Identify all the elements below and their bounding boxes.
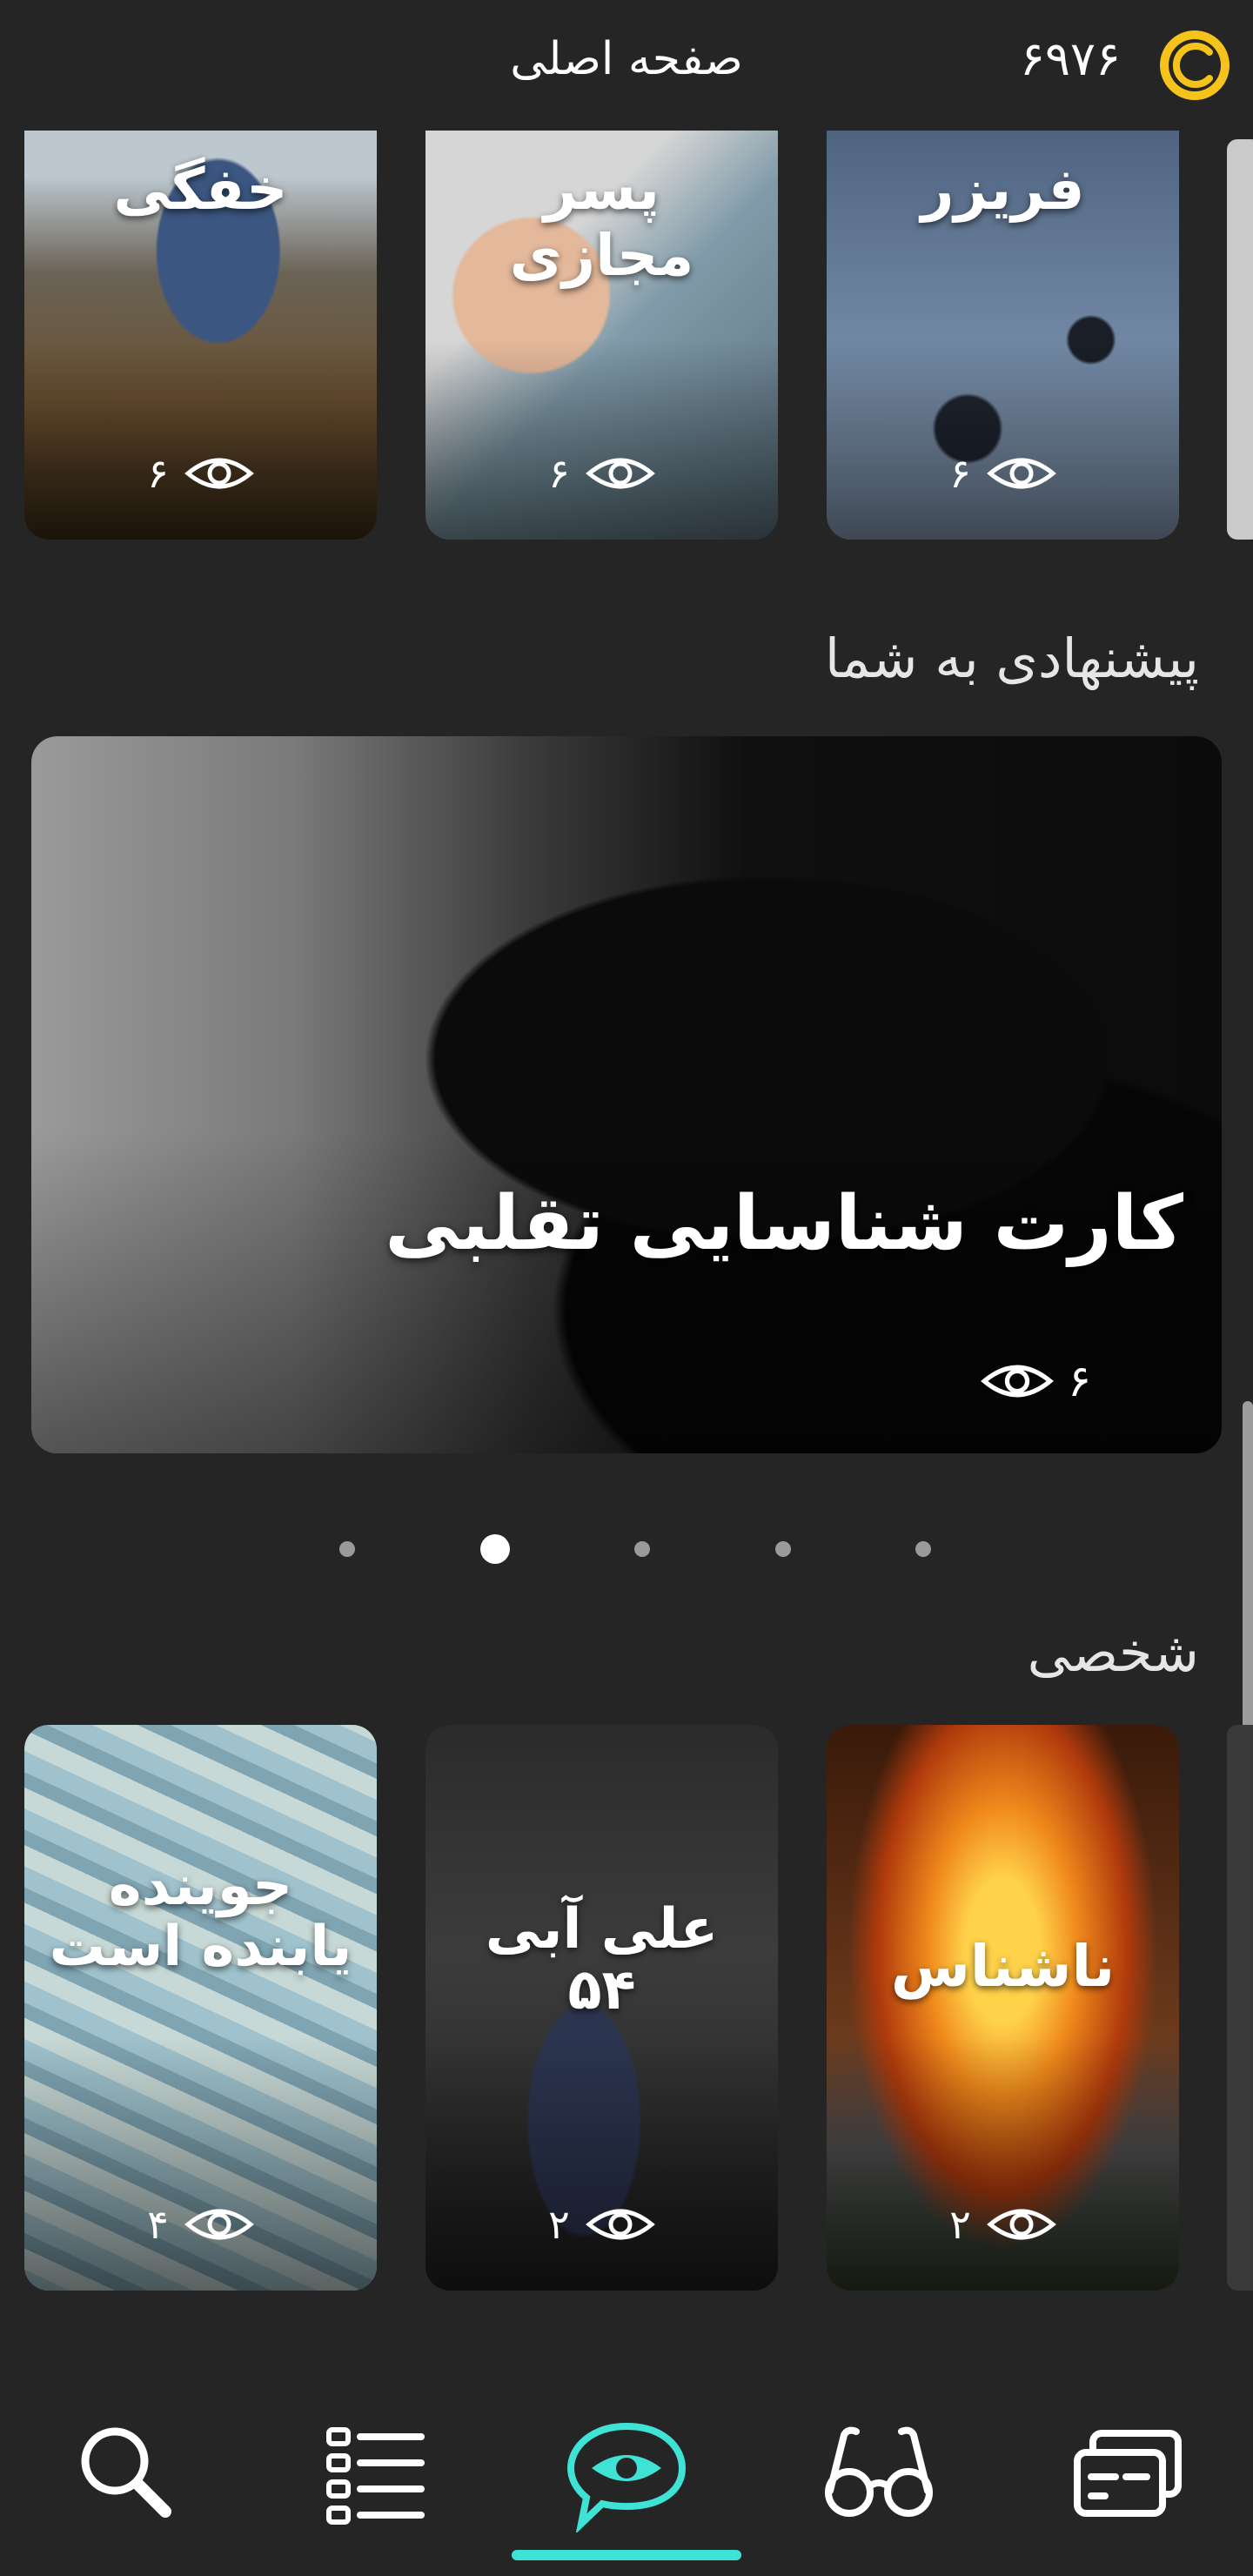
nav-stories-active[interactable] (539, 2385, 714, 2559)
view-count: ۲ (425, 2198, 778, 2251)
coin-icon[interactable] (1156, 26, 1234, 104)
pager-dot-active[interactable] (479, 1534, 510, 1564)
eye-icon (981, 1365, 1055, 1398)
nav-search[interactable] (38, 2385, 212, 2559)
pager-dot[interactable] (634, 1541, 650, 1557)
eye-icon (585, 2209, 655, 2240)
bottom-navigation (0, 2350, 1253, 2576)
eye-icon (986, 2209, 1056, 2240)
view-count-value: ۶ (548, 450, 570, 497)
carousel-pager (339, 1532, 931, 1566)
story-card-title: فریزر (921, 156, 1085, 223)
story-card-title: خفگی (113, 156, 288, 223)
coin-count: ۶۹۷۶ (1019, 31, 1121, 86)
next-card-peek[interactable] (1227, 139, 1253, 540)
story-card-unknown[interactable]: ناشناس ۲ (827, 1725, 1179, 2291)
glasses-icon (825, 2426, 933, 2517)
eye-icon (585, 458, 655, 489)
featured-view-count: ۶ (981, 1356, 1091, 1406)
story-card-virtual-boy[interactable]: پسر مجازی ۶ (425, 96, 778, 540)
nav-glasses[interactable] (792, 2385, 966, 2559)
pager-dot[interactable] (915, 1541, 931, 1557)
story-card-freezer[interactable]: فریزر ۶ (827, 96, 1179, 540)
eye-icon (184, 2209, 254, 2240)
view-count-value: ۲ (949, 2201, 971, 2248)
nav-list[interactable] (287, 2385, 461, 2559)
view-count-value: ۴ (147, 2201, 169, 2248)
view-count: ۴ (24, 2198, 377, 2251)
list-icon (326, 2427, 425, 2525)
pager-dot[interactable] (339, 1541, 355, 1557)
story-card-title: جوینده یابنده است (49, 1854, 352, 1979)
story-card-title: پسر مجازی (509, 156, 694, 289)
search-icon (81, 2427, 171, 2518)
view-count-value: ۲ (548, 2201, 570, 2248)
page-title: صفحه اصلی (510, 33, 743, 85)
story-card-ali-abi[interactable]: علی آبی ۵۴ ۲ (425, 1725, 778, 2291)
app-header: ۶۹۷۶ صفحه اصلی (0, 0, 1253, 131)
pager-dot[interactable] (774, 1541, 791, 1557)
section-title-personal: شخصی (1027, 1620, 1199, 1684)
eye-icon (184, 458, 254, 489)
view-count: ۲ (827, 2198, 1179, 2251)
eye-icon (986, 458, 1056, 489)
story-card-suffocation[interactable]: خفگی ۶ (24, 96, 377, 540)
view-count-value: ۶ (147, 450, 169, 497)
featured-shade (31, 736, 1222, 1453)
story-card-finder[interactable]: جوینده یابنده است ۴ (24, 1725, 377, 2291)
section-title-suggested: پیشنهادی به شما (824, 627, 1199, 690)
story-card-title: ناشناس (890, 1933, 1116, 2000)
nav-card[interactable] (1041, 2385, 1215, 2559)
card-icon (1074, 2430, 1182, 2517)
featured-story-title: کارت شناسایی تقلبی (385, 1180, 1183, 1267)
next-card-peek[interactable] (1227, 1725, 1253, 2291)
view-count-value: ۶ (1068, 1356, 1091, 1406)
story-card-title: علی آبی ۵۴ (485, 1897, 719, 2023)
view-count: ۶ (24, 447, 377, 500)
active-tab-indicator (512, 2550, 741, 2560)
eye-chat-icon (566, 2422, 687, 2532)
view-count: ۶ (425, 447, 778, 500)
view-count-value: ۶ (949, 450, 971, 497)
view-count: ۶ (827, 447, 1179, 500)
featured-story-card[interactable]: کارت شناسایی تقلبی ۶ (31, 736, 1222, 1453)
